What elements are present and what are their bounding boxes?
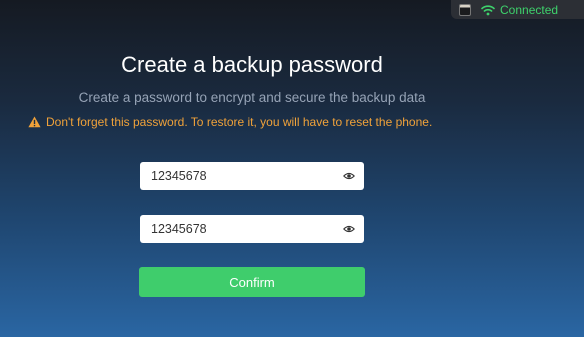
connection-status: Connected [451,0,584,19]
wifi-icon [481,4,495,16]
connection-label: Connected [500,2,559,17]
page-subtitle: Create a password to encrypt and secure … [78,90,426,105]
warning-message: Don't forget this password. To restore i… [28,115,432,129]
warning-text: Don't forget this password. To restore i… [46,115,433,129]
page-title: Create a backup password [121,52,383,77]
eye-icon[interactable] [343,170,355,182]
warning-icon [28,116,41,128]
confirm-password-field[interactable] [140,215,364,243]
password-input[interactable] [140,168,333,184]
eye-icon[interactable] [343,223,355,235]
confirm-password-input[interactable] [140,221,333,237]
password-field[interactable] [140,162,364,190]
phone-icon [459,3,471,16]
confirm-button[interactable]: Confirm [139,267,365,297]
